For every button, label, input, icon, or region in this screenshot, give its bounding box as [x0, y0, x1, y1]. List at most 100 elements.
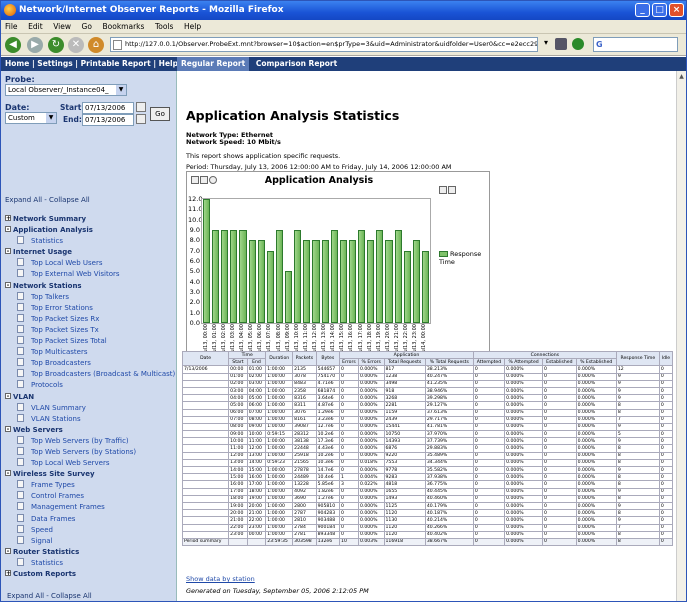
table-cell: 0.000% [504, 501, 544, 511]
chart-save-icon[interactable] [448, 186, 456, 194]
tree-report-link[interactable]: Top Packet Sizes Rx [5, 313, 175, 325]
tree-report-link[interactable]: Control Frames [5, 491, 175, 502]
table-cell: 21565 [292, 458, 317, 468]
menu-go[interactable]: Go [82, 22, 92, 31]
tree-report-link[interactable]: Top Error Stations [5, 302, 175, 314]
end-date-input[interactable]: 07/13/2006 [82, 114, 134, 126]
tree-report-link[interactable]: Top Broadcasters [5, 358, 175, 369]
tree-report-link[interactable]: Top External Web Visitors [5, 269, 175, 280]
start-date-input[interactable]: 07/13/2006 [82, 102, 134, 114]
collapse-icon[interactable]: - [5, 425, 11, 432]
minimize-button[interactable]: _ [635, 3, 650, 17]
back-icon[interactable]: ◀ [5, 37, 21, 53]
menu-tools[interactable]: Tools [155, 22, 173, 31]
collapse-icon[interactable]: - [5, 392, 11, 399]
probe-select[interactable]: Local Observer/_Instance04_ ▼ [5, 84, 127, 96]
tree-section[interactable]: - Network Stations [5, 281, 175, 292]
tab-regular-report[interactable]: Regular Report [177, 57, 250, 71]
tree-section[interactable]: - Wireless Site Survey [5, 469, 175, 480]
scroll-up-icon[interactable]: ▲ [678, 73, 685, 80]
tree-section[interactable]: - Router Statistics [5, 547, 175, 558]
calendar-icon[interactable] [136, 102, 146, 112]
collapse-icon[interactable]: - [5, 281, 11, 288]
tree-section[interactable]: - Web Servers [5, 425, 175, 436]
tree-report-link[interactable]: Top Web Servers (by Stations) [5, 446, 175, 458]
tree-report-link[interactable]: Speed [5, 524, 175, 536]
tree-section[interactable]: - Application Analysis [5, 225, 175, 236]
expand-icon[interactable]: + [5, 570, 11, 577]
tree-report-link[interactable]: Data Frames [5, 513, 175, 525]
chart-reset-icon[interactable] [209, 176, 217, 184]
tree-report-link[interactable]: Top Packet Sizes Total [5, 336, 175, 347]
history-dropdown-icon[interactable]: ▾ [544, 38, 548, 47]
home-icon[interactable]: ⌂ [88, 37, 104, 53]
maximize-button[interactable]: □ [652, 3, 667, 17]
forward-icon[interactable]: ▶ [27, 37, 43, 53]
chart-zoom-icon[interactable] [191, 176, 199, 184]
tree-report-link[interactable]: Top Broadcasters (Broadcast & Multicast) [5, 369, 175, 380]
tree-report-link[interactable]: Top Local Web Servers [5, 458, 175, 469]
table-cell: 1120 [383, 530, 426, 539]
table-cell: 2784 [292, 523, 317, 532]
tree-report-link[interactable]: Protocols [5, 380, 175, 391]
table-row: 13:00 14:00 0:59:23 21565 10.3e6 0 0.018% 7553 3… [181, 458, 674, 468]
table-cell: 0.000% [357, 487, 385, 496]
expand-icon[interactable]: + [5, 215, 11, 222]
table-cell: 0.000% [575, 465, 617, 475]
tree-label: Management Frames [31, 503, 105, 512]
tree-report-link[interactable]: Frame Types [5, 480, 175, 491]
stop-icon[interactable]: ✕ [68, 37, 84, 53]
date-select[interactable]: Custom ▼ [5, 112, 57, 124]
tree-report-link[interactable]: Top Multicasters [5, 347, 175, 358]
tree-report-link[interactable]: VLAN Summary [5, 402, 175, 414]
expand-collapse-top[interactable]: Expand All - Collapse All [5, 196, 90, 204]
collapse-icon[interactable]: - [5, 470, 11, 477]
x-tick-label: Jul13, 12:00 [312, 324, 318, 354]
table-cell: 0.000% [357, 444, 385, 453]
tree-section[interactable]: + Network Summary [5, 214, 175, 225]
tab-comparison-report[interactable]: Comparison Report [252, 57, 341, 71]
collapse-icon[interactable]: - [5, 226, 11, 233]
tree-report-link[interactable]: Management Frames [5, 502, 175, 513]
go-icon[interactable] [572, 38, 584, 50]
chart-pan-icon[interactable] [200, 176, 208, 184]
table-cell [181, 415, 230, 424]
vertical-scrollbar[interactable]: ▲ [676, 71, 686, 601]
toolbar-links[interactable]: Home | Settings | Printable Report | Hel… [5, 57, 178, 71]
menu-bookmarks[interactable]: Bookmarks [103, 22, 145, 31]
menu-view[interactable]: View [53, 22, 71, 31]
tree-section[interactable]: - Internet Usage [5, 247, 175, 258]
tree-report-link[interactable]: Top Local Web Users [5, 258, 175, 269]
chart-copy-icon[interactable] [439, 186, 447, 194]
go-button[interactable]: Go [150, 107, 170, 121]
report-page-icon [17, 313, 24, 322]
table-cell: 1:00:00 [265, 473, 294, 482]
expand-collapse-bottom[interactable]: Expand All - Collapse All [5, 591, 175, 601]
search-input[interactable]: G [593, 37, 678, 52]
close-button[interactable]: × [669, 3, 684, 17]
expand-collapse-bottom[interactable] [5, 580, 175, 591]
tree-report-link[interactable]: Top Talkers [5, 291, 175, 303]
menu-file[interactable]: File [5, 22, 18, 31]
reload-icon[interactable]: ↻ [48, 37, 64, 53]
tree-report-link[interactable]: Statistics [5, 557, 175, 569]
collapse-icon[interactable]: - [5, 547, 11, 554]
collapse-icon[interactable]: - [5, 248, 11, 255]
tree-section[interactable]: + Custom Reports [5, 569, 175, 580]
tree-report-link[interactable]: Top Web Servers (by Traffic) [5, 435, 175, 447]
address-bar[interactable]: http://127.0.0.1/Observer.ProbeExt.mnt?b… [110, 37, 538, 52]
report-page-icon [17, 291, 24, 300]
table-cell: 0 [542, 509, 577, 518]
tree-report-link[interactable]: Statistics [5, 236, 175, 247]
tree-report-link[interactable]: Signal [5, 535, 175, 547]
tree-section[interactable]: - VLAN [5, 392, 175, 403]
tree-report-link[interactable]: Top Packet Sizes Tx [5, 324, 175, 336]
menu-help[interactable]: Help [184, 22, 201, 31]
menu-edit[interactable]: Edit [28, 22, 43, 31]
tree-report-link[interactable]: VLAN Stations [5, 413, 175, 425]
calendar-icon[interactable] [136, 114, 146, 124]
print-icon[interactable] [555, 38, 567, 50]
table-cell: 7553 [383, 458, 426, 468]
table-cell: 8 [615, 444, 660, 453]
show-by-station-link[interactable]: Show data by station [186, 575, 255, 583]
